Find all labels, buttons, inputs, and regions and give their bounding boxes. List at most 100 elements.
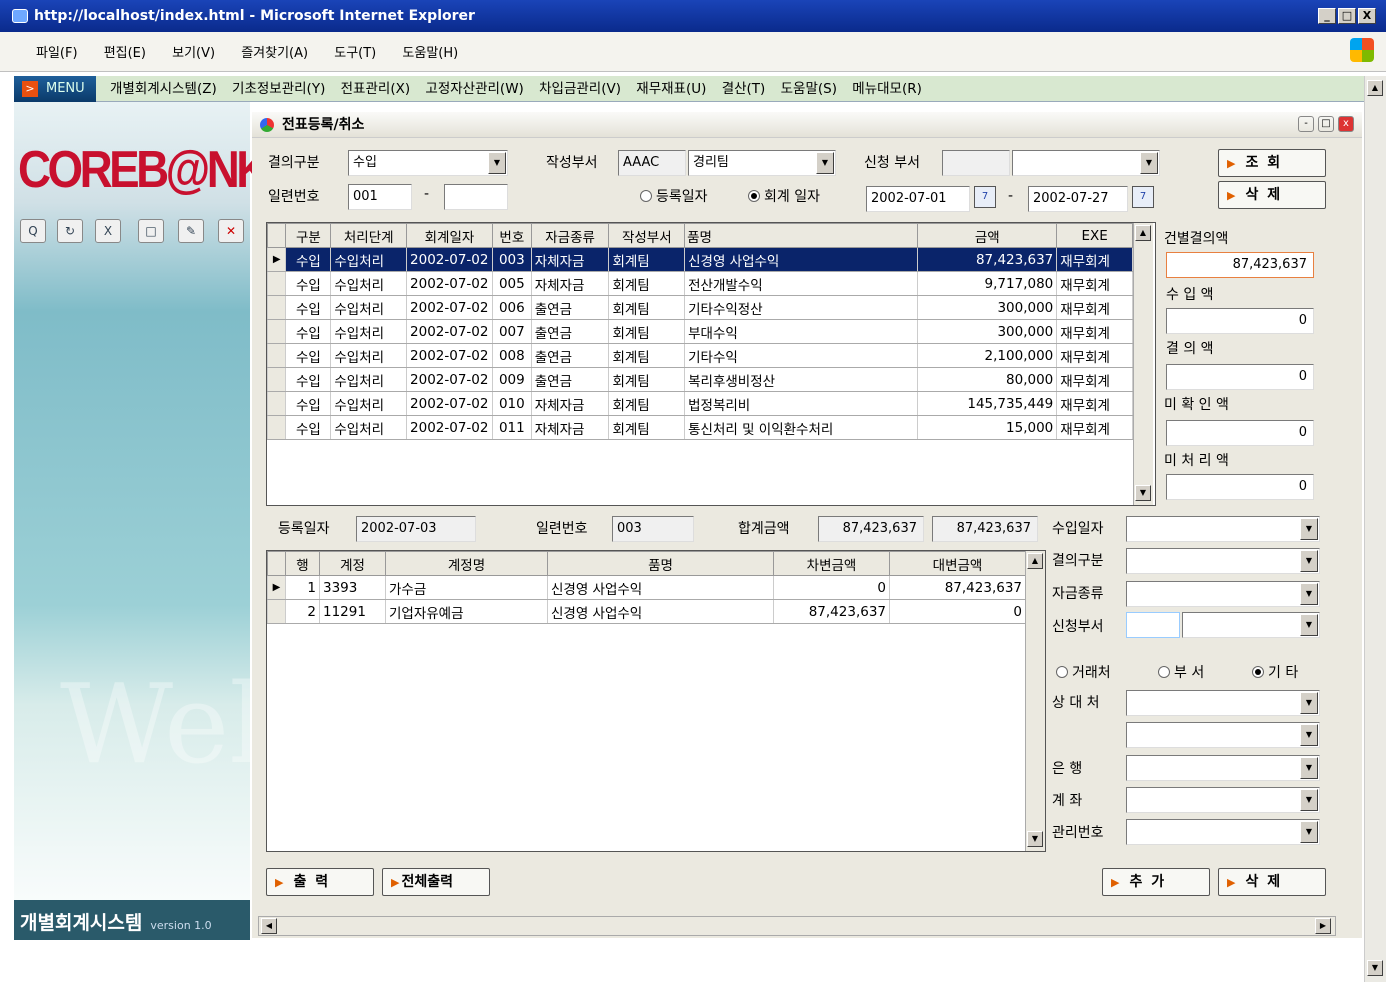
column-header[interactable]: 차변금액 <box>773 551 890 576</box>
chevron-down-icon[interactable]: ▼ <box>1300 583 1318 605</box>
list-scrollbar[interactable]: ▲ ▼ <box>1133 223 1153 505</box>
panel-minimize-icon[interactable]: - <box>1298 116 1314 132</box>
excel-icon[interactable]: X <box>95 219 121 243</box>
column-header[interactable]: 자금종류 <box>530 223 610 248</box>
serial-from-input[interactable]: 001 <box>348 184 412 210</box>
table-row[interactable]: 수입 수입처리 2002-07-02 005 자체자금 회계팀 전산개발수익 9,717,08… <box>266 271 1133 296</box>
chevron-down-icon[interactable]: ▼ <box>488 152 506 174</box>
row-indicator[interactable]: ▶ <box>266 247 287 272</box>
scroll-left-icon[interactable]: ◀ <box>261 918 277 934</box>
counterpart-detail-select[interactable]: ▼ <box>1126 722 1320 748</box>
account-select[interactable]: ▼ <box>1126 787 1320 813</box>
serial-to-input[interactable] <box>444 184 508 210</box>
close-icon[interactable]: ✕ <box>218 219 244 243</box>
income-date-select[interactable]: ▼ <box>1126 516 1320 542</box>
table-row[interactable]: ▶ 1 3393 가수금 신경영 사업수익 0 87,423,637 <box>267 575 1026 600</box>
app-menu-item[interactable]: 개별회계시스템(Z) <box>110 81 217 97</box>
detail-request-dept-code[interactable] <box>1126 612 1180 638</box>
app-menu-item[interactable]: 메뉴대모(R) <box>852 81 922 97</box>
app-menu-item[interactable]: 결산(T) <box>722 81 766 97</box>
dept-radio[interactable]: 부 서 <box>1158 662 1204 682</box>
menu-tools[interactable]: 도구(T) <box>334 42 376 61</box>
detail-request-dept-select[interactable]: ▼ <box>1182 612 1320 638</box>
chevron-down-icon[interactable]: ▼ <box>1300 518 1318 540</box>
table-row[interactable]: 수입 수입처리 2002-07-02 008 출연금 회계팀 기타수익 2,100,000 재무… <box>266 343 1133 368</box>
table-row[interactable]: 2 11291 기업자유예금 신경영 사업수익 87,423,637 0 <box>267 599 1026 624</box>
scroll-up-icon[interactable]: ▲ <box>1027 553 1043 569</box>
scroll-right-icon[interactable]: ▶ <box>1315 918 1331 934</box>
print-all-button[interactable]: ▶ 전체출력 <box>382 868 490 896</box>
delete-bottom-button[interactable]: ▶ 삭 제 <box>1218 868 1326 896</box>
radio-icon[interactable] <box>1252 666 1264 678</box>
detail-resolution-type-select[interactable]: ▼ <box>1126 548 1320 574</box>
row-indicator[interactable] <box>266 271 287 296</box>
column-header[interactable]: 품명 <box>684 223 919 248</box>
radio-icon[interactable] <box>1158 666 1170 678</box>
row-indicator[interactable] <box>266 367 287 392</box>
chevron-down-icon[interactable]: ▼ <box>1300 550 1318 572</box>
chevron-down-icon[interactable]: ▼ <box>1300 692 1318 714</box>
row-indicator[interactable] <box>266 319 287 344</box>
column-header[interactable]: 계정 <box>319 551 386 576</box>
scroll-down-icon[interactable]: ▼ <box>1367 960 1383 976</box>
column-header[interactable]: EXE <box>1056 223 1133 248</box>
column-header[interactable]: 대변금액 <box>889 551 1026 576</box>
app-menu-item[interactable]: 차입금관리(V) <box>539 81 621 97</box>
manage-no-select[interactable]: ▼ <box>1126 819 1320 845</box>
table-row[interactable]: 수입 수입처리 2002-07-02 011 자체자금 회계팀 통신처리 및 이익환수처리 1… <box>266 415 1133 440</box>
scroll-down-icon[interactable]: ▼ <box>1135 485 1151 501</box>
panel-close-icon[interactable]: x <box>1338 116 1354 132</box>
row-indicator[interactable] <box>267 599 286 624</box>
chevron-down-icon[interactable]: ▼ <box>1300 614 1318 636</box>
column-header[interactable]: 회계일자 <box>406 223 493 248</box>
column-header[interactable]: 행 <box>285 551 320 576</box>
calendar-icon[interactable]: 7 <box>1132 186 1154 208</box>
column-header[interactable]: 번호 <box>491 223 532 248</box>
chevron-down-icon[interactable]: ▼ <box>1140 152 1158 174</box>
row-indicator[interactable] <box>266 295 287 320</box>
app-menu-item[interactable]: 고정자산관리(W) <box>425 81 523 97</box>
column-header[interactable]: 작성부서 <box>608 223 686 248</box>
add-button[interactable]: ▶ 추 가 <box>1102 868 1210 896</box>
close-button[interactable]: X <box>1358 8 1376 24</box>
table-row[interactable]: ▶ 수입 수입처리 2002-07-02 003 자체자금 회계팀 신경영 사업수익 87,42… <box>266 247 1133 272</box>
menu-file[interactable]: 파일(F) <box>36 42 78 61</box>
delete-top-button[interactable]: ▶ 삭 제 <box>1218 181 1326 209</box>
menu-view[interactable]: 보기(V) <box>172 42 215 61</box>
request-dept-select[interactable]: ▼ <box>1012 150 1160 176</box>
table-row[interactable]: 수입 수입처리 2002-07-02 007 출연금 회계팀 부대수익 300,000 재무회계 <box>266 319 1133 344</box>
menu-favorites[interactable]: 즐겨찾기(A) <box>241 42 308 61</box>
app-menu-item[interactable]: 전표관리(X) <box>341 81 410 97</box>
radio-icon[interactable] <box>748 190 760 202</box>
date-from-input[interactable]: 2002-07-01 <box>866 186 970 212</box>
maximize-button[interactable]: □ <box>1338 8 1356 24</box>
etc-radio[interactable]: 기 타 <box>1252 662 1298 682</box>
menu-help[interactable]: 도움말(H) <box>402 42 458 61</box>
app-menu-item[interactable]: 기초정보관리(Y) <box>232 81 325 97</box>
table-row[interactable]: 수입 수입처리 2002-07-02 010 자체자금 회계팀 법정복리비 145,735,4… <box>266 391 1133 416</box>
chevron-down-icon[interactable]: ▼ <box>1300 789 1318 811</box>
edit-icon[interactable]: ✎ <box>178 219 204 243</box>
menu-edit[interactable]: 편집(E) <box>104 42 146 61</box>
detail-scrollbar[interactable]: ▲ ▼ <box>1025 551 1045 851</box>
row-indicator[interactable] <box>266 343 287 368</box>
search-button[interactable]: ▶ 조 회 <box>1218 149 1326 177</box>
request-dept-code[interactable] <box>942 150 1010 176</box>
scroll-up-icon[interactable]: ▲ <box>1135 225 1151 241</box>
column-header[interactable]: 품명 <box>547 551 774 576</box>
document-icon[interactable]: □ <box>138 219 164 243</box>
radio-icon[interactable] <box>640 190 652 202</box>
panel-restore-icon[interactable]: □ <box>1318 116 1334 132</box>
counterpart-select[interactable]: ▼ <box>1126 690 1320 716</box>
date-to-input[interactable]: 2002-07-27 <box>1028 186 1128 212</box>
resolution-type-select[interactable]: 수입 ▼ <box>348 150 508 176</box>
column-header[interactable]: 금액 <box>917 223 1058 248</box>
row-indicator[interactable]: ▶ <box>267 575 286 600</box>
print-button[interactable]: ▶ 출 력 <box>266 868 374 896</box>
minimize-button[interactable]: _ <box>1318 8 1336 24</box>
column-header[interactable]: 처리단계 <box>330 223 408 248</box>
column-header[interactable]: 구분 <box>285 223 332 248</box>
chevron-down-icon[interactable]: ▼ <box>1300 724 1318 746</box>
client-radio[interactable]: 거래처 <box>1056 662 1111 682</box>
bank-select[interactable]: ▼ <box>1126 755 1320 781</box>
